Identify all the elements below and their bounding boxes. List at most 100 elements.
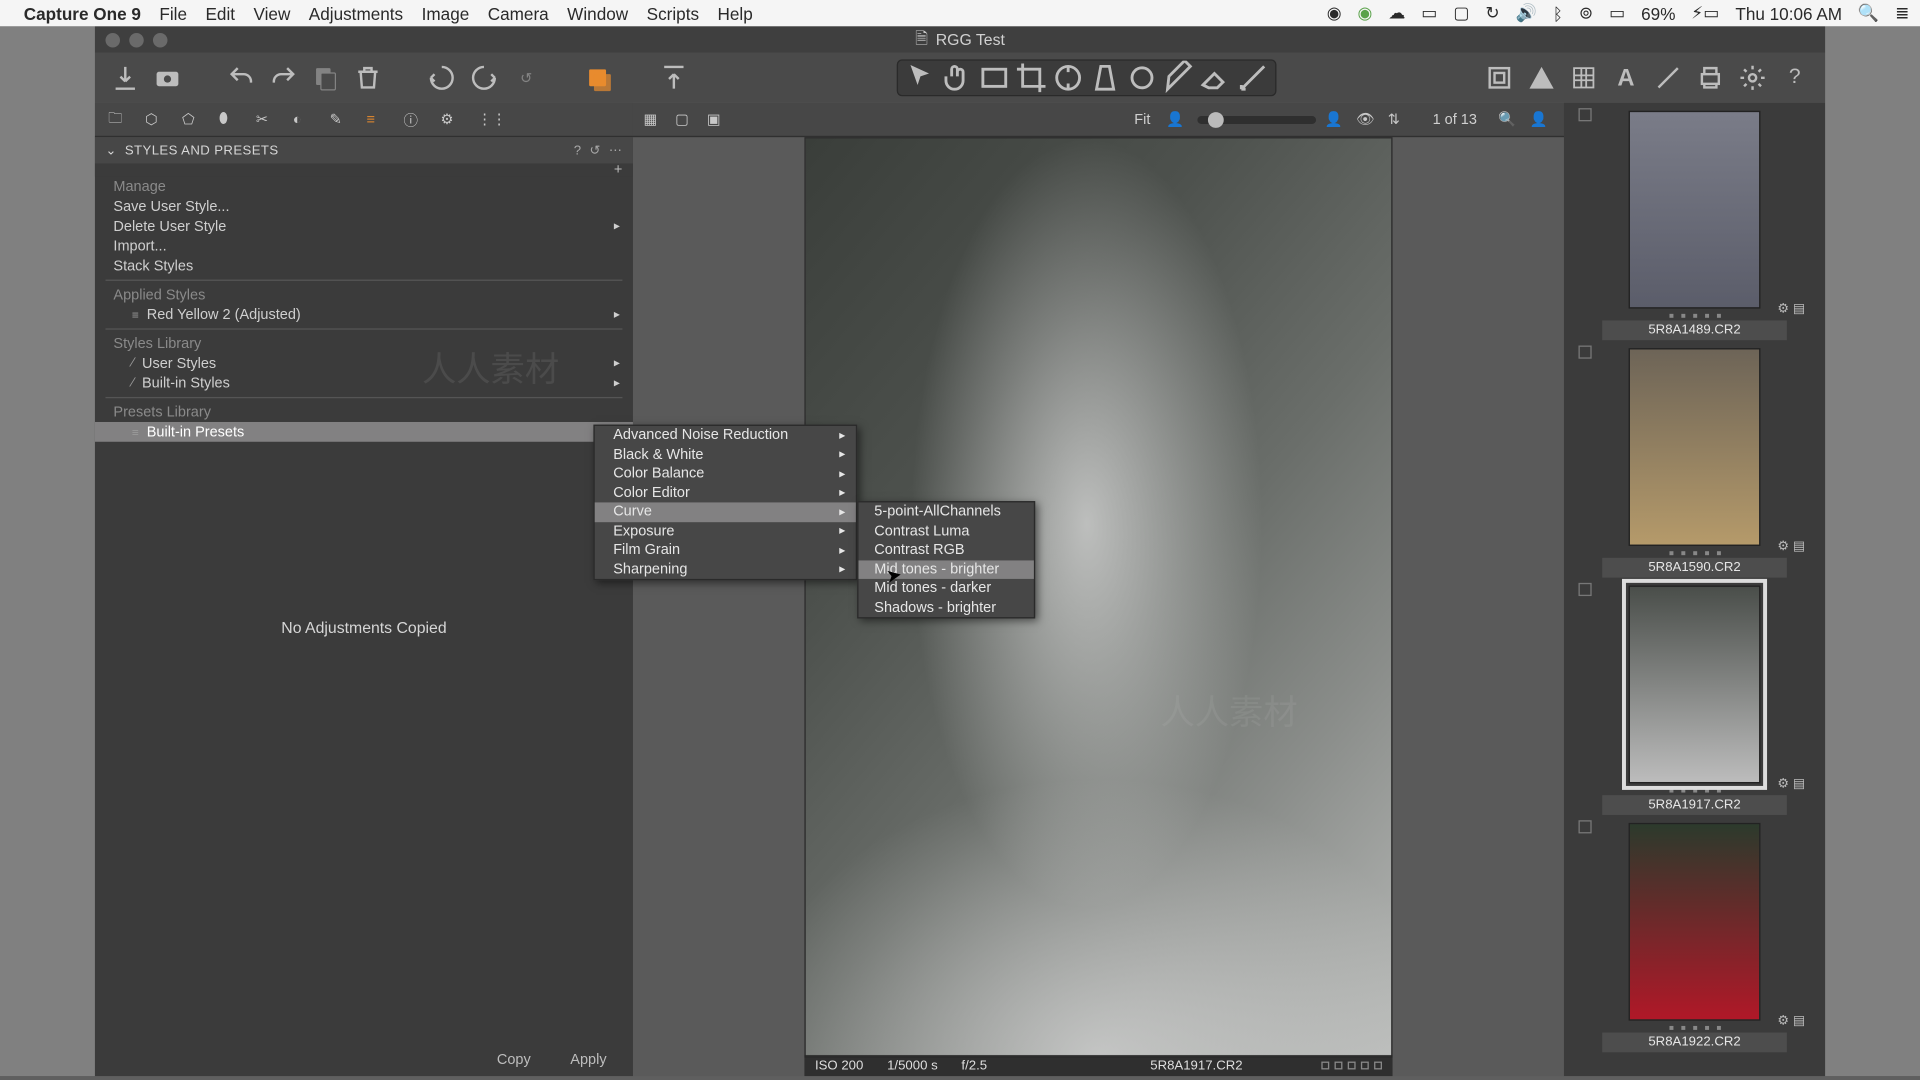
menu-help[interactable]: Help xyxy=(717,3,752,23)
copy-button[interactable]: Copy xyxy=(497,1052,531,1068)
tab-batch-icon[interactable]: ⋮⋮ xyxy=(477,111,503,128)
menu-delete-user-style[interactable]: Delete User Style▸ xyxy=(95,216,633,236)
macos-menubar[interactable]: Capture One 9 File Edit View Adjustments… xyxy=(0,0,1920,26)
thumb-checkbox[interactable] xyxy=(1578,345,1591,358)
grid-icon[interactable] xyxy=(1569,63,1598,92)
thumbnail[interactable]: ⚙ ▤5R8A1917.CR2 xyxy=(1602,586,1787,815)
curve-preset-shadows-brighter[interactable]: Shadows - brighter xyxy=(858,598,1033,617)
keystone-tool-icon[interactable] xyxy=(1088,63,1122,92)
status-volume-icon[interactable]: 🔊 xyxy=(1516,3,1537,24)
curve-preset--point-allchannels[interactable]: 5-point-AllChannels xyxy=(858,502,1033,521)
compare-icon[interactable]: ⇅ xyxy=(1388,111,1412,128)
tab-color-icon[interactable]: ⬮ xyxy=(219,111,245,128)
loupe-tool-icon[interactable] xyxy=(977,63,1011,92)
process-icon[interactable] xyxy=(659,63,688,92)
tab-capture-icon[interactable]: ⬡ xyxy=(145,111,171,128)
zoom-slider[interactable] xyxy=(1198,115,1317,123)
trash-icon[interactable] xyxy=(353,63,382,92)
thumbnail[interactable]: ⚙ ▤5R8A1489.CR2 xyxy=(1602,111,1787,340)
thumb-image[interactable] xyxy=(1629,823,1761,1021)
menu-user-styles[interactable]: User Styles▸ xyxy=(95,353,633,373)
redo-icon[interactable] xyxy=(269,63,298,92)
brush-tool-icon[interactable] xyxy=(1162,63,1196,92)
panel-header[interactable]: ⌄ STYLES AND PRESETS ? ↺ ⋯ xyxy=(95,137,633,163)
menu-scripts[interactable]: Scripts xyxy=(647,3,699,23)
crop-tool-icon[interactable] xyxy=(1014,63,1048,92)
menu-save-user-style[interactable]: Save User Style... xyxy=(95,196,633,216)
tab-crop-icon[interactable]: ✂ xyxy=(256,111,282,128)
menubar-clock[interactable]: Thu 10:06 AM xyxy=(1735,3,1842,23)
preset-category-curve[interactable]: Curve▸ xyxy=(595,502,856,521)
focus-mask-icon[interactable] xyxy=(1485,63,1514,92)
hand-tool-icon[interactable] xyxy=(940,63,974,92)
thumb-image[interactable] xyxy=(1629,111,1761,309)
annotations-icon[interactable]: A xyxy=(1611,63,1640,92)
spotlight-icon[interactable]: 🔍 xyxy=(1858,3,1879,24)
rotate-right-icon[interactable] xyxy=(469,63,498,92)
thumb-image[interactable] xyxy=(1629,348,1761,546)
preset-category-sharpening[interactable]: Sharpening▸ xyxy=(595,560,856,579)
thumbnail-browser[interactable]: ⚙ ▤5R8A1489.CR2⚙ ▤5R8A1590.CR2⚙ ▤5R8A191… xyxy=(1564,103,1825,1076)
proof-view-icon[interactable]: 👁 xyxy=(1356,111,1380,128)
eraser-tool-icon[interactable] xyxy=(1199,63,1233,92)
status-battery-icon[interactable]: ▭ xyxy=(1609,3,1625,24)
preset-category-color-balance[interactable]: Color Balance▸ xyxy=(595,464,856,483)
panel-help-icon[interactable]: ? xyxy=(574,143,582,158)
tab-adjustments-icon[interactable]: ≡ xyxy=(367,111,393,127)
gradient-tool-icon[interactable] xyxy=(1236,63,1270,92)
search-icon[interactable]: 🔍 xyxy=(1498,111,1522,128)
panel-reset-icon[interactable]: ↺ xyxy=(589,143,600,158)
tab-metadata-icon[interactable]: ⓘ xyxy=(404,109,430,130)
reset-icon[interactable]: ↺ xyxy=(512,63,541,92)
traffic-lights[interactable] xyxy=(95,32,168,47)
exposure-warning-icon[interactable] xyxy=(1527,63,1556,92)
help-icon[interactable]: ? xyxy=(1780,63,1809,92)
menu-builtin-styles[interactable]: Built-in Styles▸ xyxy=(95,373,633,393)
tab-lens-icon[interactable]: ⬠ xyxy=(182,111,208,128)
menu-stack-styles[interactable]: Stack Styles xyxy=(95,256,633,276)
fit-label[interactable]: Fit xyxy=(1134,111,1150,127)
print-icon[interactable] xyxy=(1696,63,1725,92)
thumb-checkbox[interactable] xyxy=(1578,583,1591,596)
apply-button[interactable]: Apply xyxy=(570,1052,606,1068)
pick-icon[interactable] xyxy=(1654,63,1683,92)
view-multi-icon[interactable]: ▣ xyxy=(707,111,731,128)
rotate-left-icon[interactable] xyxy=(427,63,456,92)
zoom-user-icon[interactable]: 👤 xyxy=(1166,111,1190,128)
window-titlebar[interactable]: 🗎RGG Test xyxy=(95,26,1825,52)
curve-preset-contrast-luma[interactable]: Contrast Luma xyxy=(858,522,1033,541)
thumb-checkbox[interactable] xyxy=(1578,108,1591,121)
tab-library-icon[interactable]: 🗀 xyxy=(108,107,134,132)
capture-icon[interactable] xyxy=(153,63,182,92)
menu-import[interactable]: Import... xyxy=(95,236,633,256)
panel-add-icon[interactable]: + xyxy=(614,162,622,178)
preferences-icon[interactable] xyxy=(1738,63,1767,92)
rating-strip[interactable] xyxy=(1321,1062,1382,1070)
menu-adjustments[interactable]: Adjustments xyxy=(309,3,403,23)
user-icon[interactable]: 👤 xyxy=(1530,111,1554,128)
preset-category-film-grain[interactable]: Film Grain▸ xyxy=(595,541,856,560)
pointer-tool-icon[interactable] xyxy=(903,63,937,92)
tab-exposure-icon[interactable]: ◐ xyxy=(293,111,319,127)
tab-details-icon[interactable]: ✎ xyxy=(330,111,356,128)
rotate-tool-icon[interactable] xyxy=(1051,63,1085,92)
status-airplay-icon[interactable]: ▢ xyxy=(1453,3,1469,24)
variants-icon[interactable] xyxy=(586,63,615,92)
thumb-rating[interactable] xyxy=(1602,1026,1787,1030)
panel-menu-icon[interactable]: ⋯ xyxy=(609,143,623,158)
preset-category-black-white[interactable]: Black & White▸ xyxy=(595,445,856,464)
curve-preset-mid-tones-darker[interactable]: Mid tones - darker xyxy=(858,579,1033,598)
view-single-icon[interactable]: ▢ xyxy=(675,111,699,128)
notification-center-icon[interactable]: ≣ xyxy=(1895,3,1909,24)
preset-category-color-editor[interactable]: Color Editor▸ xyxy=(595,483,856,502)
thumb-rating[interactable] xyxy=(1602,789,1787,793)
thumb-rating[interactable] xyxy=(1602,551,1787,555)
preset-category-advanced-noise-reduction[interactable]: Advanced Noise Reduction▸ xyxy=(595,426,856,445)
menu-image[interactable]: Image xyxy=(422,3,470,23)
curve-preset-contrast-rgb[interactable]: Contrast RGB xyxy=(858,541,1033,560)
preset-category-exposure[interactable]: Exposure▸ xyxy=(595,522,856,541)
menu-builtin-presets[interactable]: Built-in Presets▸ xyxy=(95,422,633,442)
app-menu[interactable]: Capture One 9 xyxy=(24,3,141,23)
thumbnail[interactable]: ⚙ ▤5R8A1590.CR2 xyxy=(1602,348,1787,577)
status-bluetooth-icon[interactable]: ᛒ xyxy=(1553,3,1563,23)
